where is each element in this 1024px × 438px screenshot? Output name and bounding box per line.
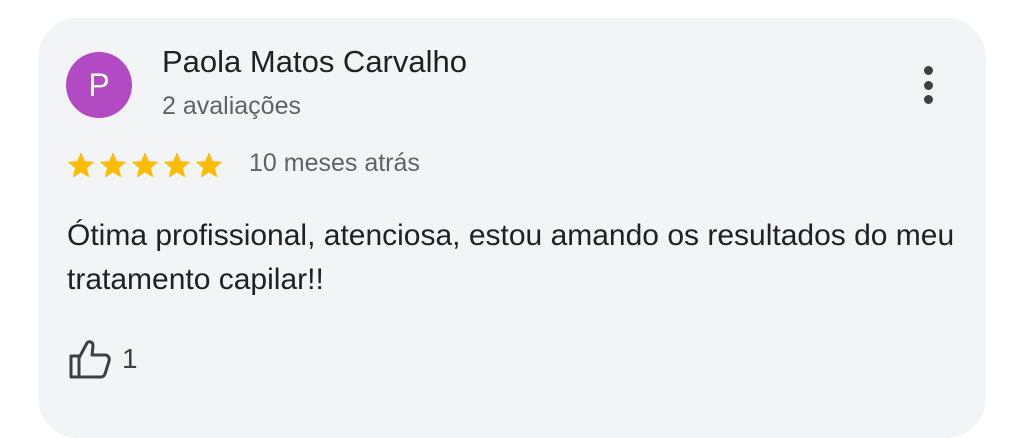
like-button[interactable]: 1 xyxy=(68,338,138,380)
star-icon xyxy=(99,152,127,178)
avatar-letter: P xyxy=(88,66,110,103)
thumb-up-icon xyxy=(69,340,111,379)
like-count: 1 xyxy=(122,343,138,374)
review-date: 10 meses atrás xyxy=(249,149,420,177)
star-icon xyxy=(67,152,95,178)
review-card: P Paola Matos Carvalho 2 avaliações 10 m… xyxy=(38,18,986,438)
star-icon xyxy=(131,152,159,178)
avatar[interactable]: P xyxy=(66,52,132,118)
more-options-button[interactable] xyxy=(910,62,946,108)
review-text: Ótima profissional, atenciosa, estou ama… xyxy=(67,219,955,296)
more-vert-icon xyxy=(923,66,933,75)
star-rating xyxy=(66,150,224,182)
star-icon xyxy=(195,152,223,178)
reviewer-review-count: 2 avaliações xyxy=(162,92,301,120)
star-icon xyxy=(163,152,191,178)
reviewer-name[interactable]: Paola Matos Carvalho xyxy=(162,44,467,80)
